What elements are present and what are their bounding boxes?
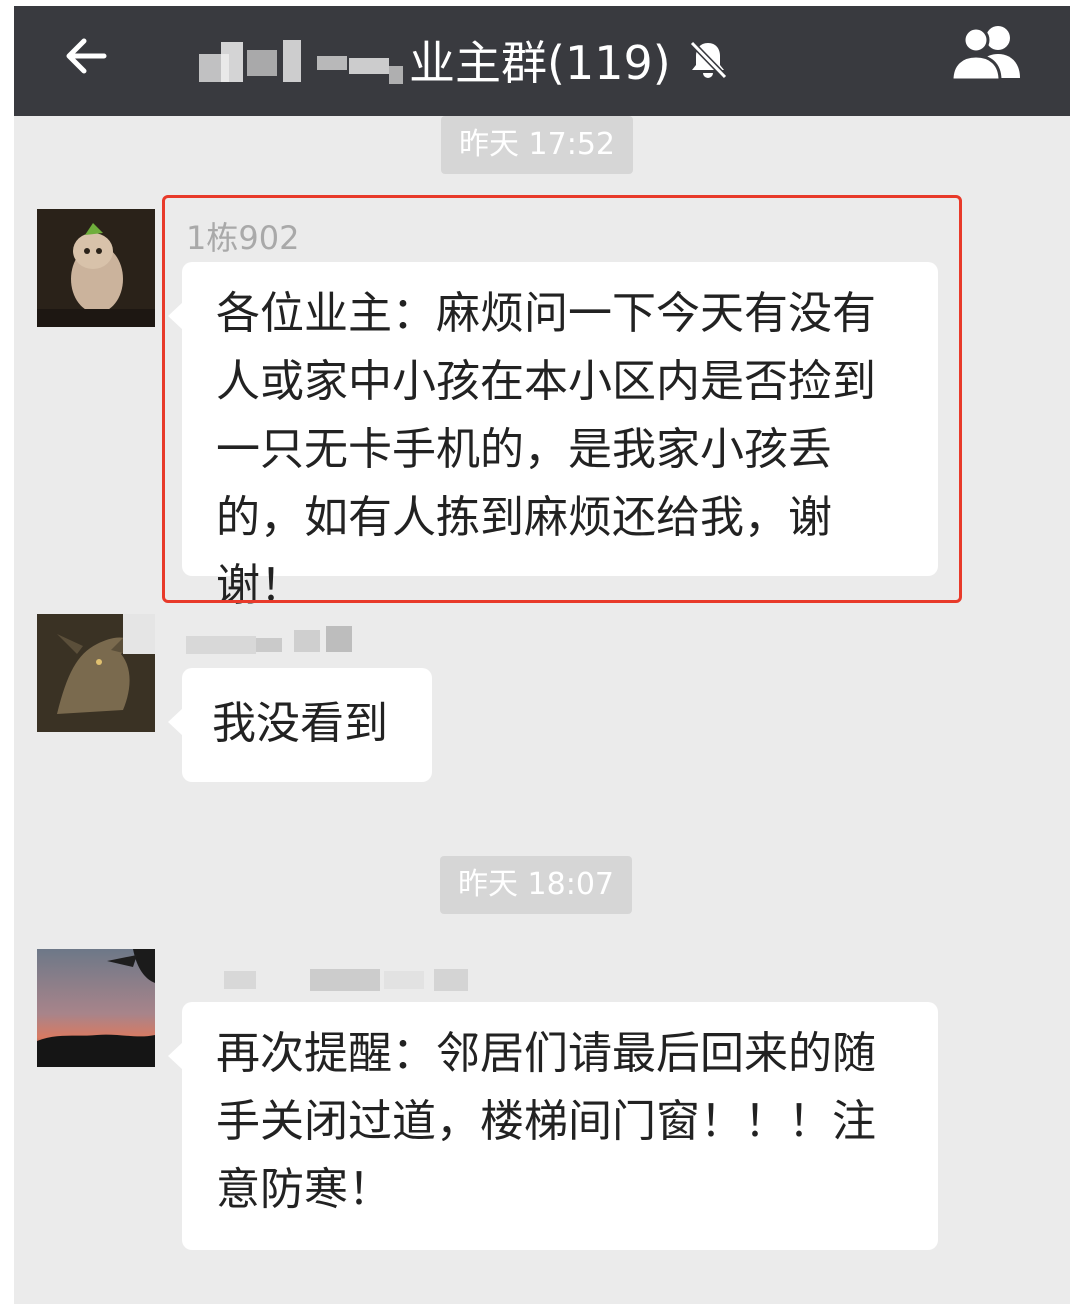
avatar[interactable] [37,209,155,327]
chat-header: 业主群(119) [14,6,1070,116]
sender-name: 1栋902 [186,219,300,257]
obscured-group-name [199,38,403,84]
group-title: 业主群(119) [409,36,671,90]
message-bubble[interactable]: 再次提醒：邻居们请最后回来的随手关闭过道，楼梯间门窗！！！注意防寒！ [168,1002,938,1250]
group-members-button[interactable] [946,20,1030,84]
timestamp: 昨天 17:52 [441,116,633,174]
avatar-image [37,614,155,732]
avatar-image [37,949,155,1067]
arrow-left-icon [66,38,107,74]
obscured-sender-name [186,626,366,656]
timestamp: 昨天 18:07 [440,856,632,914]
bell-muted-icon [689,40,727,80]
message-bubble[interactable]: 我没看到 [168,668,432,782]
chat-screen: 业主群(119) 昨天 17:52 1栋902 各位业主：麻烦问一下今天有没有人… [14,6,1070,1304]
avatar[interactable] [37,614,155,732]
back-button[interactable] [54,24,118,88]
avatar[interactable] [37,949,155,1067]
obscured-sender-name [224,963,474,993]
chat-title: 业主群(119) [199,20,731,100]
group-members-icon [950,26,1020,82]
avatar-image [37,209,155,327]
message-bubble[interactable]: 各位业主：麻烦问一下今天有没有人或家中小孩在本小区内是否捡到一只无卡手机的，是我… [168,262,938,611]
